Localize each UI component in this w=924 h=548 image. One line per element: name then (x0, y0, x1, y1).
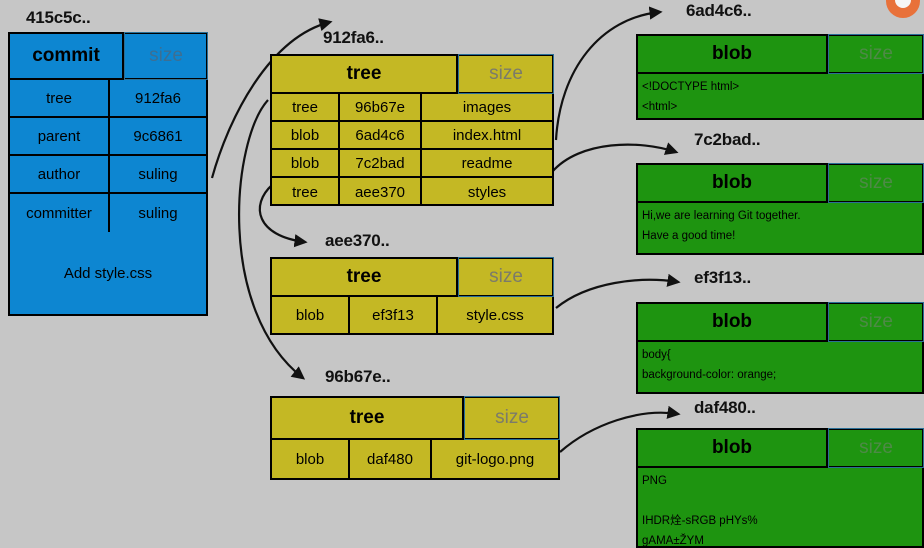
blob-readme-content: Hi,we are learning Git together. Have a … (638, 203, 922, 253)
commit-field-key: parent (10, 118, 110, 154)
blob-index-content: <!DOCTYPE html> <html> (638, 74, 922, 118)
blob-index-type-label: blob (638, 36, 828, 72)
blob-readme-header: blob size (638, 163, 924, 203)
tree-entry-mode: tree (272, 94, 340, 120)
tree-entry-hash: 7c2bad (340, 150, 422, 176)
blob-content-line: IHDR烇-sRGB pHYs% (642, 515, 758, 527)
blob-content-line: Hi,we are learning Git together. (642, 210, 801, 222)
tree-styles-size-label: size (458, 257, 554, 297)
table-row[interactable]: author suling (10, 156, 206, 194)
table-row[interactable]: tree aee370 styles (272, 178, 552, 206)
blob-content-line: <!DOCTYPE html> (642, 81, 740, 93)
tree-images-size-label: size (464, 396, 560, 440)
tree-entry-name: styles (467, 183, 507, 201)
tree-root-size-label: size (458, 54, 554, 94)
blob-logo-content: PNG IHDR烇-sRGB pHYs% gAMA±ŽYM (638, 468, 922, 546)
tree-entry-hash: aee370 (340, 178, 422, 206)
table-row[interactable]: tree 912fa6 (10, 80, 206, 118)
tree-entry-name: index.html (452, 126, 522, 144)
tree-entry-mode: tree (272, 178, 340, 206)
blob-logo-card[interactable]: blob size PNG IHDR烇-sRGB pHYs% gAMA±ŽYM (636, 428, 924, 548)
tree-images-hash-label: 96b67e.. (325, 367, 391, 386)
blob-logo-header: blob size (638, 428, 924, 468)
tree-root-type-label: tree (272, 56, 458, 92)
tree-entry-hash: ef3f13 (350, 297, 438, 333)
tree-styles-entries: blob ef3f13 style.css (272, 297, 552, 333)
table-row[interactable]: blob ef3f13 style.css (272, 297, 552, 333)
commit-type-label: commit (10, 34, 124, 78)
diagram-canvas: 415c5c.. commit size tree 912fa6 parent … (0, 0, 924, 548)
blob-style-hash-label: ef3f13.. (694, 268, 751, 287)
tree-entry-mode: blob (272, 297, 350, 333)
blob-readme-type-label: blob (638, 165, 828, 201)
commit-fields: tree 912fa6 parent 9c6861 author suling … (10, 80, 206, 232)
blob-content-line: <html> (642, 101, 678, 113)
commit-field-value: 912fa6 (135, 89, 181, 107)
tree-styles-header: tree size (272, 257, 554, 297)
tree-entry-name: git-logo.png (455, 450, 535, 468)
commit-header: commit size (10, 32, 208, 80)
tree-images-entries: blob daf480 git-logo.png (272, 440, 558, 478)
blob-readme-card[interactable]: blob size Hi,we are learning Git togethe… (636, 163, 924, 255)
commit-hash-label: 415c5c.. (26, 8, 91, 27)
blob-content-line (642, 491, 918, 511)
tree-entry-hash: 96b67e (340, 94, 422, 120)
commit-field-key: author (10, 156, 110, 192)
tree-images-type-label: tree (272, 398, 464, 438)
commit-field-value: 9c6861 (133, 127, 183, 145)
blob-index-header: blob size (638, 34, 924, 74)
commit-size-label: size (124, 32, 208, 80)
tree-entry-name: readme (461, 154, 513, 172)
tree-styles-card[interactable]: tree size blob ef3f13 style.css (270, 257, 554, 335)
tree-root-header: tree size (272, 54, 554, 94)
tree-entry-mode: blob (272, 150, 340, 176)
tree-styles-type-label: tree (272, 259, 458, 295)
tree-root-hash-label: 912fa6.. (323, 28, 384, 47)
blob-content-line: PNG (642, 475, 667, 487)
tree-images-card[interactable]: tree size blob daf480 git-logo.png (270, 396, 560, 480)
blob-content-line: background-color: orange; (642, 369, 777, 381)
app-logo-icon (886, 0, 920, 30)
blob-readme-size-label: size (828, 163, 924, 203)
tree-root-card[interactable]: tree size tree 96b67e images blob 6ad4c6… (270, 54, 554, 206)
tree-images-header: tree size (272, 396, 560, 440)
tree-root-entries: tree 96b67e images blob 6ad4c6 index.htm… (272, 94, 552, 206)
table-row[interactable]: committer suling (10, 194, 206, 232)
blob-index-card[interactable]: blob size <!DOCTYPE html> <html> (636, 34, 924, 120)
blob-logo-hash-label: daf480.. (694, 398, 756, 417)
blob-style-size-label: size (828, 302, 924, 342)
blob-readme-hash-label: 7c2bad.. (694, 130, 761, 149)
blob-style-content: body{ background-color: orange; (638, 342, 922, 392)
table-row[interactable]: parent 9c6861 (10, 118, 206, 156)
table-row[interactable]: blob 6ad4c6 index.html (272, 122, 552, 150)
table-row[interactable]: tree 96b67e images (272, 94, 552, 122)
blob-logo-type-label: blob (638, 430, 828, 466)
tree-entry-hash: daf480 (350, 440, 432, 478)
blob-style-card[interactable]: blob size body{ background-color: orange… (636, 302, 924, 394)
tree-entry-name: style.css (466, 306, 524, 324)
blob-style-type-label: blob (638, 304, 828, 340)
blob-logo-size-label: size (828, 428, 924, 468)
blob-content-line: body{ (642, 349, 671, 361)
tree-styles-hash-label: aee370.. (325, 231, 390, 250)
commit-field-value: suling (138, 204, 178, 222)
commit-field-key: tree (10, 80, 110, 116)
table-row[interactable]: blob 7c2bad readme (272, 150, 552, 178)
tree-entry-mode: blob (272, 122, 340, 148)
tree-entry-mode: blob (272, 440, 350, 478)
commit-card[interactable]: commit size tree 912fa6 parent 9c6861 au… (8, 32, 208, 316)
blob-content-line: Have a good time! (642, 230, 736, 242)
commit-field-value: suling (138, 165, 178, 183)
app-logo-glyph (886, 0, 920, 18)
tree-entry-hash: 6ad4c6 (340, 122, 422, 148)
table-row[interactable]: blob daf480 git-logo.png (272, 440, 558, 478)
blob-style-header: blob size (638, 302, 924, 342)
tree-entry-name: images (462, 98, 512, 116)
commit-field-key: committer (10, 194, 110, 232)
blob-index-hash-label: 6ad4c6.. (686, 1, 752, 20)
commit-message: Add style.css (63, 264, 153, 282)
blob-index-size-label: size (828, 34, 924, 74)
